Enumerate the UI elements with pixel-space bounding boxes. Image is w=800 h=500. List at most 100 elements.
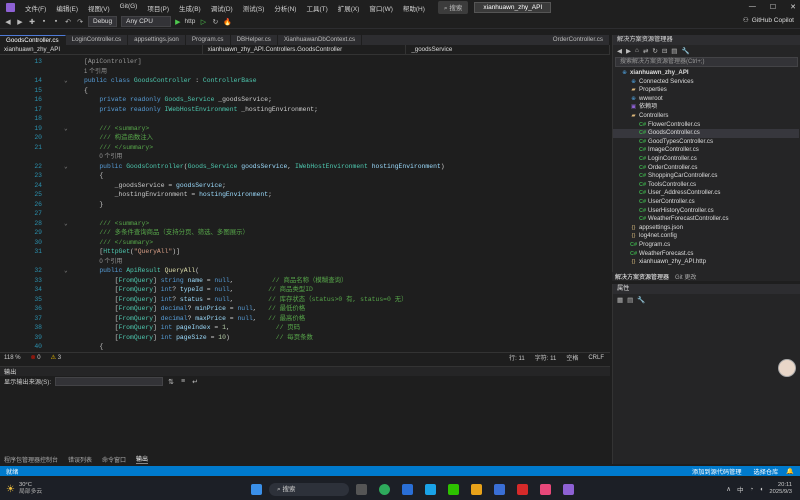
menu-item[interactable]: 帮助(H) bbox=[398, 3, 430, 13]
tree-item[interactable]: ▰ Controllers bbox=[613, 112, 799, 121]
tree-item[interactable]: C# GoodTypesController.cs bbox=[613, 138, 799, 147]
tree-item[interactable]: C# UserHistoryController.cs bbox=[613, 207, 799, 216]
task-view-icon[interactable] bbox=[356, 483, 367, 495]
run-target[interactable]: http bbox=[185, 18, 196, 25]
notification-icon[interactable]: 🔔 bbox=[786, 467, 794, 475]
solution-search-input[interactable]: 搜索解决方案资源管理器(Ctrl+;) bbox=[615, 57, 798, 67]
visual-studio-icon[interactable] bbox=[563, 483, 574, 495]
maximize-icon[interactable]: ☐ bbox=[770, 3, 776, 11]
fold-toggle-icon[interactable]: ⌄ bbox=[64, 76, 68, 86]
tree-item[interactable]: C# GoodsController.cs bbox=[613, 129, 799, 138]
tray-expand-icon[interactable]: ∧ bbox=[726, 485, 731, 493]
clear-all-icon[interactable]: ≡ bbox=[179, 378, 187, 385]
clock[interactable]: 20:11 2025/9/3 bbox=[769, 482, 792, 496]
copilot-button[interactable]: ⚇ GitHub Copilot bbox=[743, 16, 794, 25]
run-without-debug-icon[interactable]: ▷ bbox=[199, 18, 207, 26]
save-icon[interactable]: ▪ bbox=[40, 18, 48, 25]
config-select[interactable]: Debug bbox=[88, 16, 118, 27]
menu-item[interactable]: 文件(F) bbox=[20, 3, 51, 13]
collapse-all-icon[interactable]: ⊟ bbox=[662, 47, 667, 55]
tree-item[interactable]: C# Program.cs bbox=[613, 241, 799, 250]
error-count[interactable]: ⊗ 0 bbox=[31, 354, 41, 361]
bottom-tab[interactable]: 命令窗口 bbox=[102, 455, 126, 464]
forward-icon[interactable]: ▶ bbox=[626, 47, 631, 55]
back-icon[interactable]: ◀ bbox=[4, 18, 12, 26]
find-icon[interactable]: ⇅ bbox=[167, 378, 175, 386]
new-item-icon[interactable]: ✚ bbox=[28, 18, 36, 26]
word-wrap-icon[interactable]: ↵ bbox=[191, 378, 199, 386]
security-icon[interactable] bbox=[494, 483, 505, 495]
fold-toggle-icon[interactable]: ⌄ bbox=[64, 162, 68, 172]
editor-tab[interactable]: XianhuawanDbContext.cs bbox=[278, 35, 363, 45]
tree-item[interactable]: C# OrderController.cs bbox=[613, 164, 799, 173]
editor-tab[interactable]: appsettings.json bbox=[128, 35, 186, 45]
tree-item[interactable]: C# UserController.cs bbox=[613, 198, 799, 207]
select-repo[interactable]: 选择仓库 bbox=[754, 467, 779, 476]
qq-icon[interactable] bbox=[425, 483, 436, 495]
tree-item[interactable]: C# ImageController.cs bbox=[613, 146, 799, 155]
solution-tab[interactable]: 解决方案资源管理器 bbox=[615, 272, 669, 281]
menu-item[interactable]: 生成(B) bbox=[174, 3, 206, 13]
member-dropdown[interactable]: _goodsService bbox=[407, 45, 611, 54]
warning-count[interactable]: ⚠ 3 bbox=[51, 354, 61, 361]
weather-widget[interactable]: ☀ 30°C 局部多云 bbox=[0, 482, 140, 496]
menu-item[interactable]: 分析(N) bbox=[269, 3, 301, 13]
editor-tab[interactable]: DBHelper.cs bbox=[231, 35, 278, 45]
tree-item[interactable]: {} xianhuawn_zhy_API.http bbox=[613, 258, 799, 267]
project-dropdown[interactable]: xianhuawn_zhy_API bbox=[0, 45, 203, 54]
properties-icon[interactable]: 🔧 bbox=[681, 47, 689, 55]
editor-tab[interactable]: LoginController.cs bbox=[66, 35, 129, 45]
add-source-control[interactable]: 添加到源代码管理 bbox=[692, 467, 742, 476]
editor-tab[interactable]: GoodsController.cs bbox=[0, 35, 66, 45]
tree-item[interactable]: ▰ Properties bbox=[613, 86, 799, 95]
minimize-icon[interactable]: — bbox=[749, 3, 756, 11]
refresh-icon[interactable]: ↻ bbox=[652, 47, 657, 55]
editor-tab[interactable]: Program.cs bbox=[186, 35, 231, 45]
volume-icon[interactable]: ◖ bbox=[759, 486, 763, 493]
property-pages-icon[interactable]: 🔧 bbox=[637, 296, 645, 304]
back-icon[interactable]: ◀ bbox=[617, 47, 622, 55]
assistant-avatar[interactable] bbox=[778, 359, 796, 377]
bottom-tab[interactable]: 输出 bbox=[136, 454, 149, 464]
show-all-files-icon[interactable]: ▤ bbox=[671, 47, 677, 55]
menu-item[interactable]: 测试(S) bbox=[238, 3, 270, 13]
menu-item[interactable]: 工具(T) bbox=[301, 3, 332, 13]
network-icon[interactable]: ◔ bbox=[750, 486, 754, 493]
save-all-icon[interactable]: ▪ bbox=[52, 18, 60, 25]
start-icon[interactable] bbox=[251, 483, 262, 495]
tree-item[interactable]: {} log4net.config bbox=[613, 232, 799, 241]
search-box[interactable]: ⌕ 搜索 bbox=[437, 1, 469, 14]
eol-indicator[interactable]: CRLF bbox=[588, 355, 604, 361]
run-icon[interactable]: ▶ bbox=[175, 18, 180, 26]
tree-item[interactable]: C# LoginController.cs bbox=[613, 155, 799, 164]
tree-item[interactable]: C# WeatherForecastController.cs bbox=[613, 215, 799, 224]
tree-item[interactable]: C# ShoppingCarController.cs bbox=[613, 172, 799, 181]
tree-item[interactable]: C# ToolsController.cs bbox=[613, 181, 799, 190]
close-icon[interactable]: ✕ bbox=[790, 3, 796, 11]
code-editor[interactable]: 13 [ApiController] 1 个引用 14 ⌄ public class Go… bbox=[0, 55, 610, 352]
chrome-icon[interactable] bbox=[379, 483, 390, 495]
wechat-icon[interactable] bbox=[448, 483, 459, 495]
tree-item[interactable]: ⊕ Connected Services bbox=[613, 78, 799, 87]
solution-tab[interactable]: Git 更改 bbox=[675, 272, 696, 281]
fold-toggle-icon[interactable]: ⌄ bbox=[64, 124, 68, 134]
taskbar-search[interactable]: ⌕ 搜索 bbox=[269, 482, 349, 496]
tree-item[interactable]: C# User_AddressController.cs bbox=[613, 189, 799, 198]
categorized-icon[interactable]: ▦ bbox=[617, 296, 623, 304]
sync-icon[interactable]: ⇄ bbox=[643, 47, 648, 55]
indent-indicator[interactable]: 空格 bbox=[566, 353, 578, 362]
refresh-icon[interactable]: ↻ bbox=[211, 18, 219, 26]
class-dropdown[interactable]: xianhuawn_zhy_API.Controllers.GoodsContr… bbox=[204, 45, 407, 54]
editor-tab[interactable]: OrderController.cs bbox=[547, 35, 610, 45]
fold-toggle-icon[interactable]: ⌄ bbox=[64, 266, 68, 276]
menu-item[interactable]: Git(G) bbox=[115, 3, 143, 13]
undo-icon[interactable]: ↶ bbox=[64, 18, 72, 26]
wps-icon[interactable] bbox=[517, 483, 528, 495]
menu-item[interactable]: 窗口(W) bbox=[364, 3, 397, 13]
app-pink-icon[interactable] bbox=[540, 483, 551, 495]
menu-item[interactable]: 扩展(X) bbox=[333, 3, 365, 13]
tree-item[interactable]: C# WeatherForecast.cs bbox=[613, 250, 799, 259]
menu-item[interactable]: 项目(P) bbox=[142, 3, 174, 13]
forward-icon[interactable]: ▶ bbox=[16, 18, 24, 26]
menu-item[interactable]: 调试(D) bbox=[206, 3, 238, 13]
